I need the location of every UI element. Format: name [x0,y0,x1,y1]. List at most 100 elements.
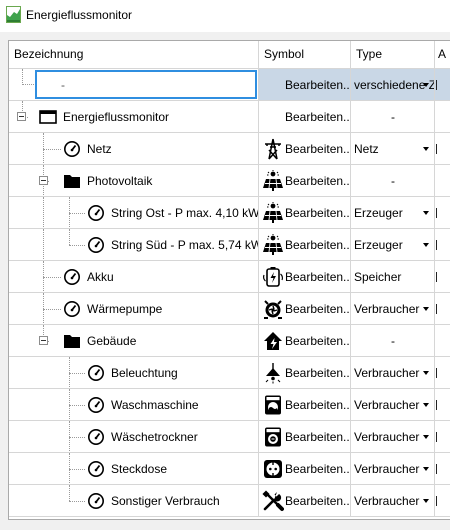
cell-type[interactable]: Verbraucher [351,485,435,517]
symbol-edit-button[interactable]: Bearbeiten... [285,389,350,420]
dropdown-arrow-icon[interactable] [423,371,429,375]
tree-row[interactable]: String Süd - P max. 5,74 kW Bearbeiten...… [9,229,450,261]
dropdown-arrow-icon[interactable] [423,147,429,151]
cell-a[interactable] [435,421,450,453]
cell-symbol[interactable]: Bearbeiten... [259,101,351,133]
cell-symbol[interactable]: Bearbeiten... [259,421,351,453]
cell-bezeichnung[interactable]: Steckdose [9,453,259,485]
cell-symbol[interactable]: Bearbeiten... [259,453,351,485]
column-header-bezeichnung[interactable]: Bezeichnung [9,41,259,68]
cell-a[interactable] [435,357,450,389]
symbol-edit-button[interactable]: Bearbeiten... [285,261,350,292]
cell-type[interactable]: - [351,101,435,133]
collapse-toggle[interactable] [39,336,48,345]
dropdown-arrow-icon[interactable] [423,307,429,311]
cell-symbol[interactable]: Bearbeiten... [259,325,351,357]
symbol-edit-button[interactable]: Bearbeiten... [285,229,350,260]
tree-row[interactable]: Akku Bearbeiten... Speicher [9,261,450,293]
dropdown-arrow-icon[interactable] [423,83,429,87]
cell-type[interactable]: Verbraucher [351,453,435,485]
cell-a[interactable] [435,165,450,197]
cell-bezeichnung[interactable]: Photovoltaik [9,165,259,197]
tree-row[interactable]: Waschmaschine Bearbeiten... Verbraucher [9,389,450,421]
cell-bezeichnung[interactable]: Energieflussmonitor [9,101,259,133]
cell-a[interactable] [435,453,450,485]
column-header-a[interactable]: A [435,41,450,68]
tree-row[interactable]: Wärmepumpe Bearbeiten... Verbraucher [9,293,450,325]
cell-symbol[interactable]: Bearbeiten... [259,357,351,389]
collapse-toggle[interactable] [17,112,26,121]
cell-bezeichnung[interactable]: String Süd - P max. 5,74 kW [9,229,259,261]
cell-symbol[interactable]: Bearbeiten... [259,229,351,261]
symbol-edit-button[interactable]: Bearbeiten... [285,421,350,452]
cell-a[interactable] [435,133,450,165]
cell-type[interactable]: Erzeuger [351,229,435,261]
column-header-symbol[interactable]: Symbol [259,41,351,68]
cell-type[interactable]: Verbraucher [351,389,435,421]
cell-a[interactable] [435,101,450,133]
dropdown-arrow-icon[interactable] [423,499,429,503]
symbol-edit-button[interactable]: Bearbeiten... [285,485,350,516]
symbol-edit-button[interactable]: Bearbeiten... [285,165,350,196]
cell-bezeichnung[interactable]: Beleuchtung [9,357,259,389]
cell-type[interactable]: Verbraucher [351,293,435,325]
cell-a[interactable] [435,485,450,517]
tree-row[interactable]: Beleuchtung Bearbeiten... Verbraucher [9,357,450,389]
cell-bezeichnung[interactable]: Netz [9,133,259,165]
cell-symbol[interactable]: Bearbeiten... [259,261,351,293]
cell-bezeichnung[interactable]: - [9,69,259,101]
cell-symbol[interactable]: Bearbeiten... [259,133,351,165]
cell-bezeichnung[interactable]: Gebäude [9,325,259,357]
dropdown-arrow-icon[interactable] [423,243,429,247]
cell-a[interactable] [435,389,450,421]
name-edit-field[interactable] [35,70,257,99]
tree-row[interactable]: Netz Bearbeiten... Netz [9,133,450,165]
symbol-edit-button[interactable]: Bearbeiten... [285,453,350,484]
tree-row[interactable]: Gebäude Bearbeiten... - [9,325,450,357]
cell-symbol[interactable]: Bearbeiten... [259,165,351,197]
tree-row[interactable]: Sonstiger Verbrauch Bearbeiten... Verbrauc… [9,485,450,517]
cell-type[interactable]: Verbraucher [351,357,435,389]
dropdown-arrow-icon[interactable] [423,211,429,215]
cell-bezeichnung[interactable]: Wärmepumpe [9,293,259,325]
tree-row[interactable]: Wäschetrockner Bearbeiten... Verbraucher [9,421,450,453]
cell-symbol[interactable]: Bearbeiten... [259,485,351,517]
tree-row[interactable]: String Ost - P max. 4,10 kW Bearbeiten...… [9,197,450,229]
cell-type[interactable]: Netz [351,133,435,165]
cell-bezeichnung[interactable]: Sonstiger Verbrauch [9,485,259,517]
selected-row[interactable]: - Bearbeiten... verschiedene Z [9,69,450,101]
dropdown-arrow-icon[interactable] [423,467,429,471]
cell-type[interactable]: verschiedene Z [351,69,435,101]
cell-a[interactable] [435,197,450,229]
symbol-edit-button[interactable]: Bearbeiten... [285,325,350,356]
cell-symbol[interactable]: Bearbeiten... [259,69,351,101]
symbol-edit-button[interactable]: Bearbeiten... [285,357,350,388]
cell-bezeichnung[interactable]: Akku [9,261,259,293]
cell-bezeichnung[interactable]: String Ost - P max. 4,10 kW [9,197,259,229]
tree-row[interactable]: Steckdose Bearbeiten... Verbraucher [9,453,450,485]
cell-type[interactable]: Erzeuger [351,197,435,229]
symbol-edit-button[interactable]: Bearbeiten... [285,69,350,100]
cell-type[interactable]: Speicher [351,261,435,293]
cell-symbol[interactable]: Bearbeiten... [259,293,351,325]
cell-a[interactable] [435,69,450,101]
symbol-edit-button[interactable]: Bearbeiten... [285,197,350,228]
cell-a[interactable] [435,261,450,293]
cell-type[interactable]: - [351,325,435,357]
dropdown-arrow-icon[interactable] [423,435,429,439]
symbol-edit-button[interactable]: Bearbeiten... [285,293,350,324]
cell-a[interactable] [435,293,450,325]
symbol-edit-button[interactable]: Bearbeiten... [285,133,350,164]
cell-symbol[interactable]: Bearbeiten... [259,389,351,421]
cell-bezeichnung[interactable]: Waschmaschine [9,389,259,421]
cell-a[interactable] [435,229,450,261]
cell-bezeichnung[interactable]: Wäschetrockner [9,421,259,453]
tree-row[interactable]: Photovoltaik Bearbeiten... - [9,165,450,197]
collapse-toggle[interactable] [39,176,48,185]
dropdown-arrow-icon[interactable] [423,403,429,407]
tree-row[interactable]: Energieflussmonitor Bearbeiten... - [9,101,450,133]
cell-symbol[interactable]: Bearbeiten... [259,197,351,229]
cell-type[interactable]: - [351,165,435,197]
cell-type[interactable]: Verbraucher [351,421,435,453]
symbol-edit-button[interactable]: Bearbeiten... [285,101,350,132]
